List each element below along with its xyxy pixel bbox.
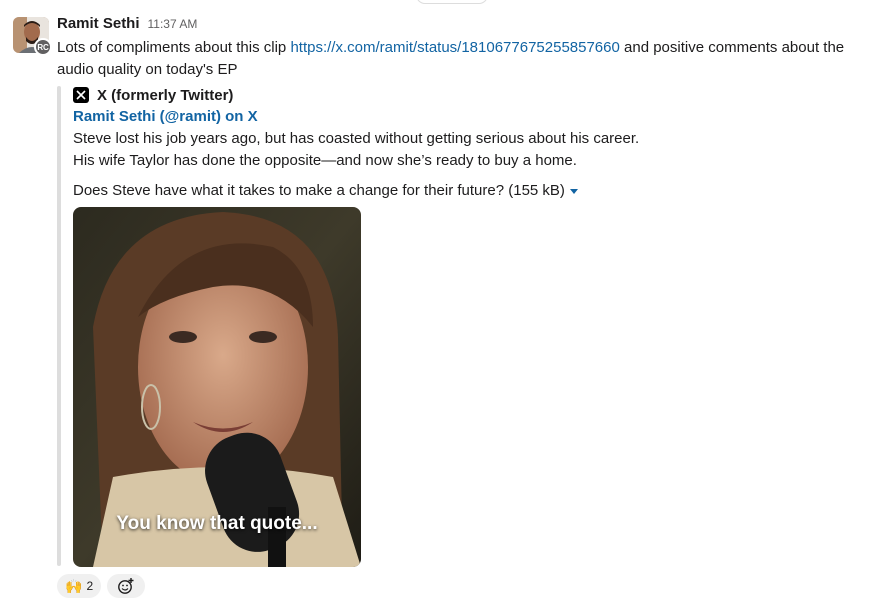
message-timestamp[interactable]: 11:37 AM	[148, 17, 198, 31]
video-caption: You know that quote...	[116, 513, 318, 534]
message-header: Ramit Sethi 11:37 AM	[57, 15, 197, 35]
sender-name[interactable]: Ramit Sethi	[57, 15, 140, 32]
attachment-file-line: Does Steve have what it takes to make a …	[73, 180, 853, 202]
avatar-status-badge: RC	[34, 38, 52, 56]
reaction-count: 2	[86, 579, 94, 593]
unfurl-title-link[interactable]: Ramit Sethi (@ramit) on X	[73, 106, 853, 128]
add-emoji-icon	[118, 578, 134, 594]
link-unfurl: X (formerly Twitter) Ramit Sethi (@ramit…	[73, 84, 853, 202]
message-link[interactable]: https://x.com/ramit/status/1810677675255…	[290, 39, 619, 56]
message-text-before: Lots of compliments about this clip	[57, 39, 291, 56]
video-thumbnail[interactable]: You know that quote...	[73, 207, 361, 567]
unfurl-service-name: X (formerly Twitter)	[97, 86, 234, 104]
reactions-bar: 🙌 2	[57, 574, 146, 598]
message-text: Lots of compliments about this clip http…	[57, 37, 865, 81]
raised-hands-emoji-icon: 🙌	[65, 577, 83, 594]
reaction-raised-hands[interactable]: 🙌 2	[57, 574, 102, 598]
attachment-bar	[57, 86, 61, 566]
collapse-caret-icon[interactable]	[569, 188, 578, 194]
unfurl-body-line-1: Steve lost his job years ago, but has co…	[73, 130, 640, 147]
date-divider-pill[interactable]	[416, 0, 488, 4]
x-logo-icon	[73, 87, 89, 103]
add-reaction-button[interactable]	[107, 574, 146, 598]
attachment-file-text: Does Steve have what it takes to make a …	[73, 182, 565, 199]
unfurl-service: X (formerly Twitter)	[73, 84, 853, 106]
unfurl-body-line-2: His wife Taylor has done the opposite—an…	[73, 152, 577, 169]
